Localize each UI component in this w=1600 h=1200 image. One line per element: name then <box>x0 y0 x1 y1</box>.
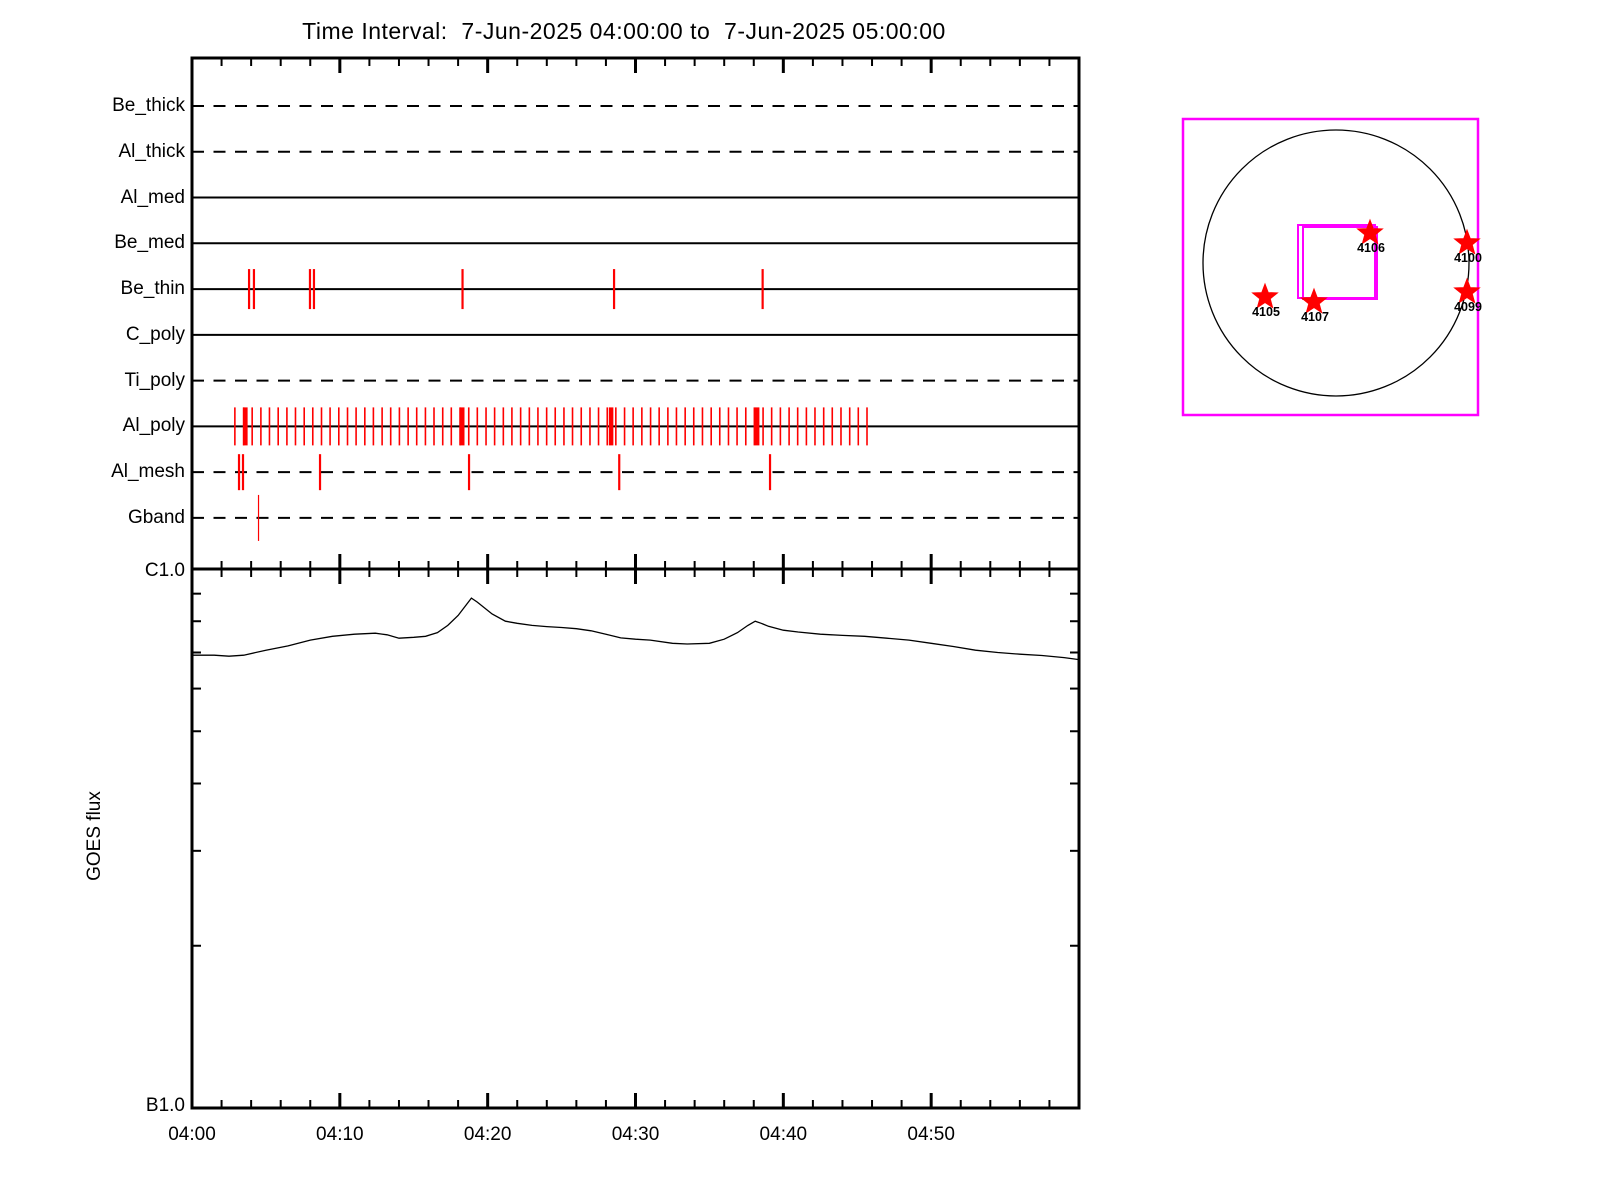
active-region-star-4107 <box>1300 287 1328 314</box>
time-axis-label: 04:00 <box>168 1124 216 1145</box>
active-region-star-4105 <box>1251 282 1279 309</box>
goes-axis-title: GOES flux <box>84 791 105 881</box>
active-region-star-4106 <box>1356 218 1384 245</box>
filter-panel-box <box>190 56 1081 571</box>
filter-row-label: Ti_poly <box>124 369 185 391</box>
active-region-star-4099 <box>1453 277 1481 304</box>
plot-canvas <box>190 56 1481 1110</box>
filter-row-label: Al_mesh <box>111 461 185 483</box>
goes-y-max-label: C1.0 <box>144 560 185 581</box>
goes-panel-box <box>190 567 1081 1110</box>
filter-row-label: Be_thick <box>112 95 185 116</box>
solar-limb-circle <box>1202 129 1470 397</box>
fov-box <box>1297 224 1376 299</box>
time-axis-label: 04:10 <box>316 1124 364 1145</box>
active-region-label: 4106 <box>1357 241 1385 255</box>
goes-y-min-label: B1.0 <box>145 1095 185 1116</box>
filter-row-label: Be_med <box>114 232 185 254</box>
filter-row-label: Gband <box>127 506 185 528</box>
sun-map-border <box>1181 117 1480 417</box>
filter-row-label: Al_med <box>120 186 185 208</box>
filter-row-label: Al_poly <box>122 415 185 437</box>
active-region-label: 4105 <box>1252 305 1280 319</box>
filter-row-label: Be_thin <box>120 278 185 300</box>
active-region-star-4100 <box>1453 228 1481 255</box>
time-axis-label: 04:20 <box>463 1124 512 1145</box>
filter-row-label: C_poly <box>125 323 185 345</box>
screenshot-root: Time Interval: 7-Jun-2025 04:00:00 to 7-… <box>0 0 1600 1200</box>
time-axis-label: 04:50 <box>907 1124 955 1145</box>
time-axis-label: 04:40 <box>759 1124 808 1145</box>
active-region-label: 4100 <box>1454 251 1482 265</box>
time-axis-label: 04:30 <box>611 1124 660 1145</box>
active-region-label: 4099 <box>1454 300 1482 314</box>
filter-row-label: Al_thick <box>118 140 185 162</box>
goes-flux-curve <box>192 597 1080 661</box>
active-region-label: 4107 <box>1301 310 1329 324</box>
